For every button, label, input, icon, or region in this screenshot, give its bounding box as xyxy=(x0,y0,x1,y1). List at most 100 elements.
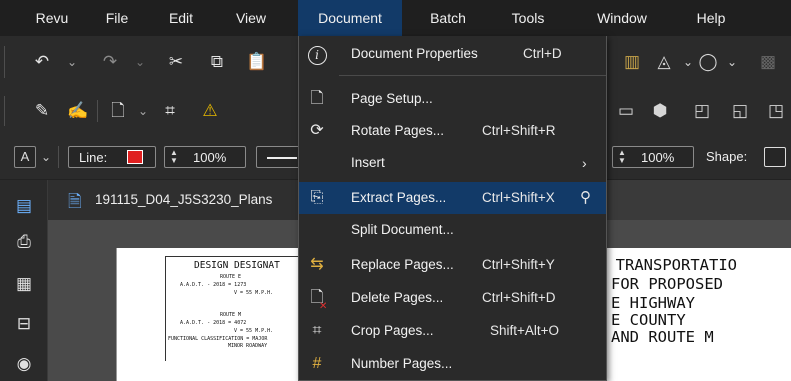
line-color-swatch[interactable] xyxy=(127,150,143,164)
design-title: DESIGN DESIGNAT xyxy=(194,260,280,271)
replace-pages-icon: ⇆ xyxy=(310,256,324,273)
left-panel-bar: ▤ ⎙ ▦ ⊟ ◉ xyxy=(0,180,48,381)
document-tab-filename: 191115_D04_J5S3230_Plans xyxy=(95,192,273,207)
bookmarks-icon[interactable]: ⎙ xyxy=(12,230,36,254)
undo-icon[interactable]: ↶ xyxy=(30,51,54,73)
menu-item-insert[interactable]: Insert › xyxy=(299,147,606,179)
spin-arrows-icon[interactable]: ▲ ▼ xyxy=(617,149,627,165)
menu-item-label: Replace Pages... xyxy=(351,257,454,272)
signature-icon[interactable]: ✍ xyxy=(66,100,90,122)
compare-icon[interactable]: ◱ xyxy=(728,100,752,122)
pin-icon[interactable]: ⚲ xyxy=(580,182,591,214)
menu-document[interactable]: Document xyxy=(298,0,402,36)
shape-label: Shape: xyxy=(706,149,748,164)
line-color-control[interactable]: Line: xyxy=(68,146,156,168)
menu-window[interactable]: Window xyxy=(585,0,659,36)
menu-item-rotate-pages[interactable]: ⟳ Rotate Pages... Ctrl+Shift+R xyxy=(299,115,606,147)
highlight-icon[interactable]: ⚠ xyxy=(198,100,222,122)
shape-dropdown-icon[interactable]: ⌄ xyxy=(720,51,744,73)
menu-item-label: Extract Pages... xyxy=(351,190,447,205)
fill-color-icon[interactable]: ◬ xyxy=(652,51,676,73)
menu-help[interactable]: Help xyxy=(688,0,734,36)
info-icon: i xyxy=(305,42,329,66)
hatch-icon[interactable]: ▩ xyxy=(756,51,780,73)
aadt-m: A.A.D.T. - 2018 = 4072 xyxy=(180,320,247,326)
route-e-label: ROUTE E xyxy=(220,274,242,280)
cut-icon[interactable]: ✂ xyxy=(164,51,188,73)
title-block-text: D TRANSPORTATIO FOR PROPOSED E HIGHWAY E… xyxy=(597,256,737,347)
menu-separator xyxy=(339,75,606,76)
delete-pages-icon: 🗋 ✕ xyxy=(310,289,328,312)
line-opacity-stepper[interactable]: ▲ ▼ 100% xyxy=(164,146,246,168)
line-style-preview xyxy=(267,157,297,159)
page-setup-icon: 🗋 xyxy=(310,90,324,107)
font-dropdown-icon[interactable]: ⌄ xyxy=(34,146,58,168)
menu-item-label: Delete Pages... xyxy=(351,290,444,305)
crop-pages-icon: ⌗ xyxy=(312,322,322,339)
document-menu-dropdown: i Document Properties Ctrl+D 🗋 Page Setu… xyxy=(298,36,607,381)
font-button[interactable]: A xyxy=(14,146,36,168)
functional-classification-2: MINOR ROADWAY xyxy=(228,343,268,349)
menu-batch[interactable]: Batch xyxy=(421,0,475,36)
title-line-1: D TRANSPORTATIO xyxy=(597,256,737,274)
menu-tools[interactable]: Tools xyxy=(503,0,553,36)
menu-file[interactable]: File xyxy=(97,0,137,36)
extract-pages-icon: ⎘ xyxy=(310,189,324,206)
aadt-e: A.A.D.T. - 2018 = 1273 xyxy=(180,282,247,288)
toolchest-icon[interactable]: ⊟ xyxy=(12,312,36,336)
menu-item-crop-pages[interactable]: ⌗ Crop Pages... Shift+Alt+O xyxy=(299,315,606,347)
revu-window: Revu File Edit View Document Batch Tools… xyxy=(0,0,791,381)
menu-item-label: Rotate Pages... xyxy=(351,123,445,138)
speed-e: V = 55 M.P.H. xyxy=(234,290,274,296)
spin-arrows-icon[interactable]: ▲ ▼ xyxy=(169,149,179,165)
page-dropdown-icon[interactable]: ⌄ xyxy=(131,100,155,122)
stamp-icon[interactable]: ▥ xyxy=(620,51,644,73)
crop-icon[interactable]: ⌗ xyxy=(158,100,182,122)
menu-item-extract-pages[interactable]: ⎘ Extract Pages... Ctrl+Shift+X ⚲ xyxy=(299,182,606,214)
menu-item-label: Insert xyxy=(351,155,385,170)
shape-swatch[interactable] xyxy=(764,147,786,167)
menubar: Revu File Edit View Document Batch Tools… xyxy=(0,0,791,36)
line-opacity-value: 100% xyxy=(193,150,227,165)
menu-item-label: Crop Pages... xyxy=(351,323,434,338)
pdf-file-icon: 🗎 xyxy=(68,192,82,211)
menu-item-shortcut: Ctrl+Shift+D xyxy=(482,290,556,305)
menu-item-page-setup[interactable]: 🗋 Page Setup... xyxy=(299,83,606,115)
redo-icon[interactable]: ↷ xyxy=(98,51,122,73)
copy-icon[interactable]: ⧉ xyxy=(205,51,229,73)
menu-view[interactable]: View xyxy=(228,0,274,36)
menu-revu[interactable]: Revu xyxy=(30,0,74,36)
menu-item-label: Split Document... xyxy=(351,222,454,237)
view-icon[interactable]: ▭ xyxy=(614,100,638,122)
markup-icon[interactable]: ◳ xyxy=(764,100,788,122)
line-label: Line: xyxy=(79,150,108,165)
undo-dropdown-icon[interactable]: ⌄ xyxy=(60,51,84,73)
menu-item-shortcut: Ctrl+Shift+X xyxy=(482,190,555,205)
menu-item-split-document[interactable]: Split Document... xyxy=(299,214,606,246)
opacity-stepper[interactable]: ▲ ▼ 100% xyxy=(612,146,694,168)
rotate-pages-icon: ⟳ xyxy=(310,122,324,139)
separator xyxy=(58,146,59,168)
menu-item-replace-pages[interactable]: ⇆ Replace Pages... Ctrl+Shift+Y xyxy=(299,249,606,281)
document-tab[interactable]: 🗎 191115_D04_J5S3230_Plans xyxy=(48,180,308,220)
menu-item-shortcut: Ctrl+D xyxy=(523,46,562,61)
opacity-value: 100% xyxy=(641,150,675,165)
pen-icon[interactable]: ✎ xyxy=(30,100,54,122)
menu-edit[interactable]: Edit xyxy=(160,0,202,36)
menu-item-number-pages[interactable]: # Number Pages... xyxy=(299,348,606,380)
model-icon[interactable]: ⬢ xyxy=(648,100,672,122)
route-m-label: ROUTE M xyxy=(220,312,242,318)
menu-item-label: Page Setup... xyxy=(351,91,433,106)
menu-item-delete-pages[interactable]: 🗋 ✕ Delete Pages... Ctrl+Shift+D xyxy=(299,282,606,314)
paste-icon[interactable]: 📋 xyxy=(245,51,269,73)
toolbar-grip xyxy=(4,96,5,126)
page-icon[interactable]: 🗋 xyxy=(106,100,130,122)
overlay-icon[interactable]: ◰ xyxy=(690,100,714,122)
properties-icon[interactable]: ◉ xyxy=(12,352,36,376)
shape-tool-icon[interactable]: ◯ xyxy=(696,51,720,73)
menu-item-document-properties[interactable]: i Document Properties Ctrl+D xyxy=(299,38,606,70)
grid-view-icon[interactable]: ▦ xyxy=(12,272,36,296)
line-style-select[interactable] xyxy=(256,146,300,168)
redo-dropdown-icon[interactable]: ⌄ xyxy=(128,51,152,73)
thumbnails-icon[interactable]: ▤ xyxy=(12,194,36,218)
